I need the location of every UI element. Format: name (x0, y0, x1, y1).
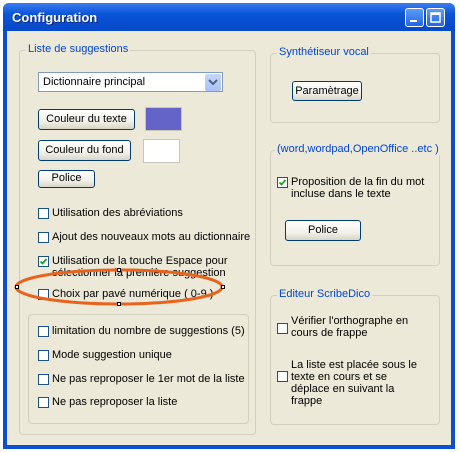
annotation-handle-top[interactable] (117, 268, 121, 272)
annotation-handle-bottom[interactable] (117, 302, 121, 306)
annotation-handle-left[interactable] (15, 285, 19, 289)
highlight-annotation (14, 268, 224, 306)
annotation-handle-right[interactable] (221, 285, 225, 289)
